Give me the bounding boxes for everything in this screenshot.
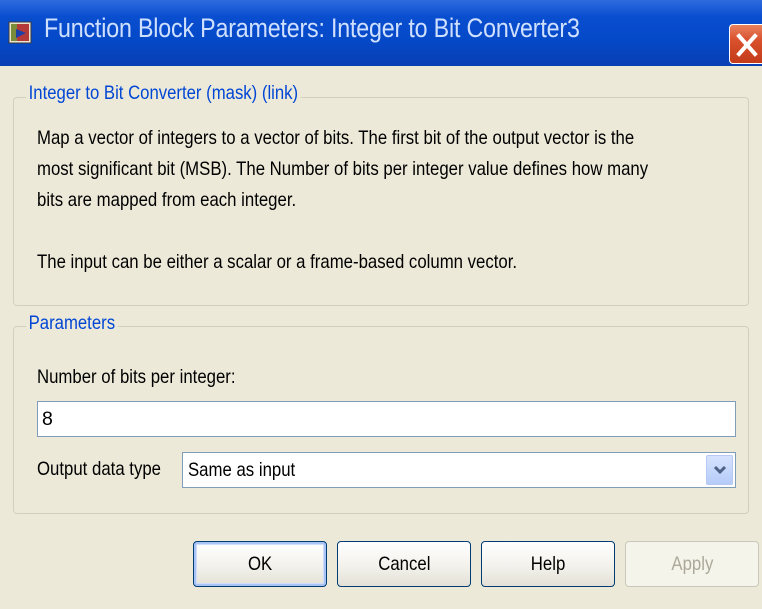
title-bar[interactable]: Function Block Parameters: Integer to Bi… [0, 0, 762, 66]
help-button[interactable]: Help [481, 541, 615, 587]
close-icon [736, 33, 758, 57]
output-data-type-label: Output data type [37, 458, 162, 480]
close-button[interactable] [729, 24, 762, 64]
cancel-button-label: Cancel [377, 552, 431, 575]
bits-per-integer-value: 8 [42, 408, 53, 430]
description-line: The input can be either a scalar or a fr… [37, 251, 518, 273]
description-line: bits are mapped from each integer. [37, 189, 297, 211]
bits-per-integer-input[interactable]: 8 [37, 401, 736, 437]
dialog-window: Function Block Parameters: Integer to Bi… [0, 0, 762, 609]
chevron-down-icon [713, 465, 727, 475]
description-line: most significant bit (MSB). The Number o… [37, 158, 649, 180]
dropdown-arrow-button[interactable] [706, 455, 733, 485]
parameters-group-label: Parameters [26, 313, 118, 335]
cancel-button[interactable]: Cancel [337, 541, 471, 587]
description-group-label: Integer to Bit Converter (mask) (link) [26, 83, 301, 105]
bits-per-integer-label: Number of bits per integer: [37, 366, 236, 388]
apply-button-label: Apply [671, 552, 713, 575]
description-line: Map a vector of integers to a vector of … [37, 127, 635, 149]
help-button-label: Help [530, 552, 566, 575]
simulink-block-icon [8, 21, 34, 45]
ok-button-label: OK [247, 552, 273, 575]
window-title: Function Block Parameters: Integer to Bi… [44, 13, 580, 43]
output-data-type-select[interactable]: Same as input [182, 452, 736, 488]
apply-button: Apply [625, 541, 759, 587]
output-data-type-value: Same as input [188, 459, 296, 481]
ok-button[interactable]: OK [193, 541, 327, 587]
